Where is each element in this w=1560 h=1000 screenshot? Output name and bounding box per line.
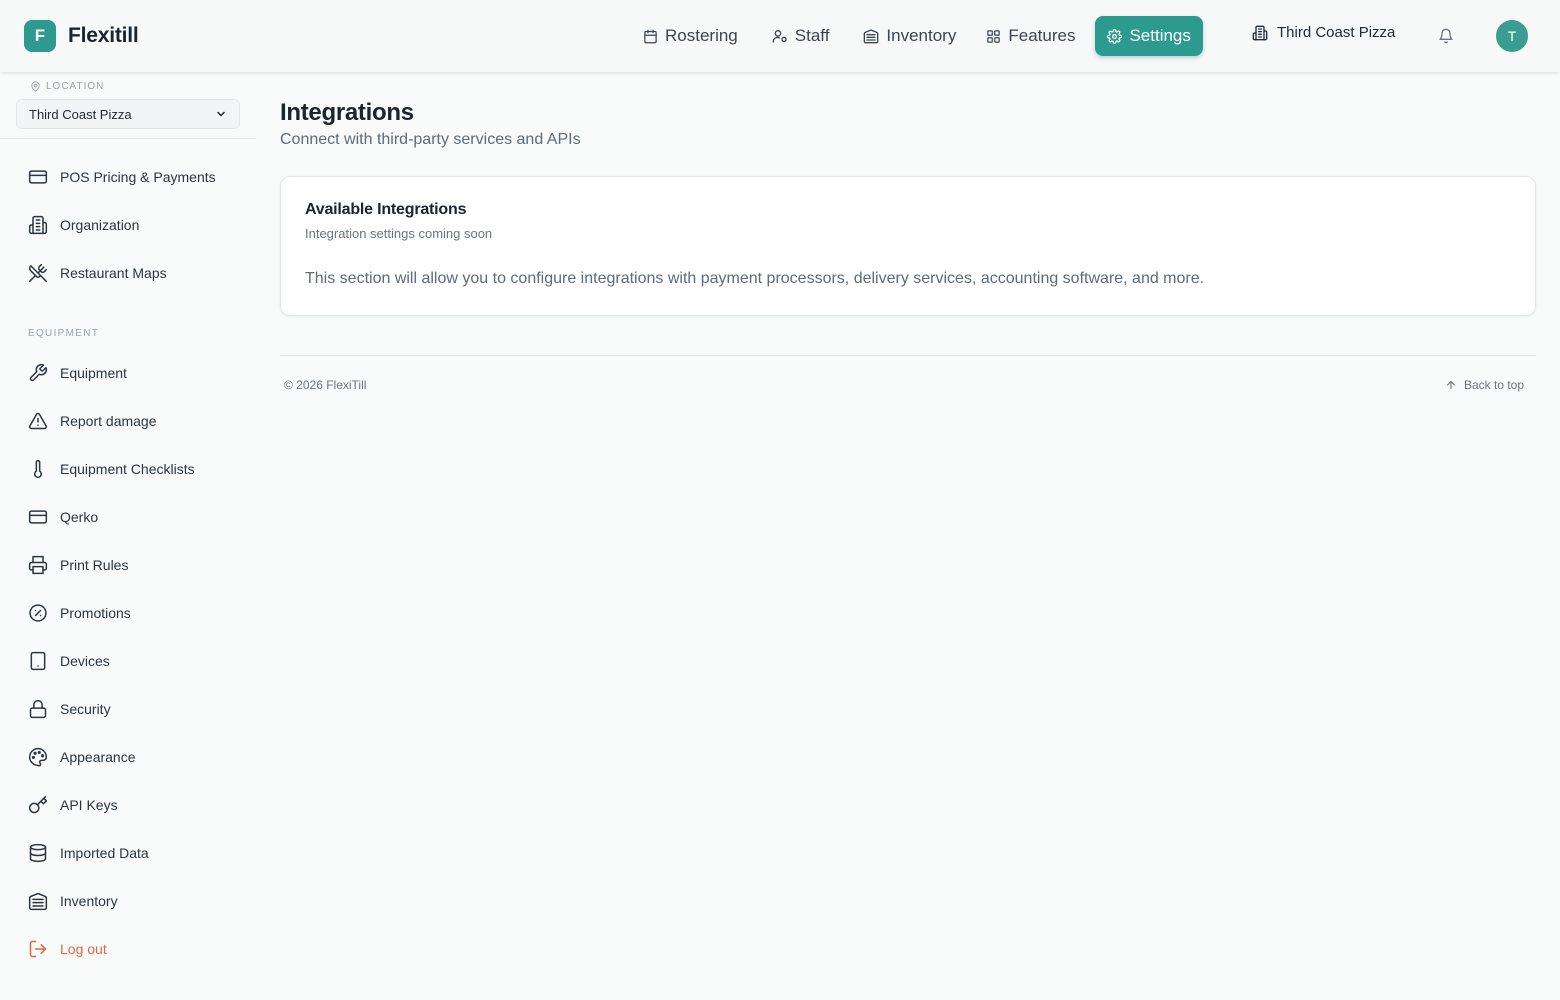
brand[interactable]: F Flexitill [24,20,139,52]
sidebar-item-label: Equipment Checklists [60,461,195,477]
sidebar-item-imported-data[interactable]: Imported Data [16,833,240,873]
sidebar-item-label: Devices [60,653,110,669]
printer-icon [28,555,60,575]
gear-icon [1107,28,1129,44]
utensils-crossed-icon [28,263,60,283]
sidebar-item-label: Report damage [60,413,157,429]
chevron-down-icon [215,108,227,120]
sidebar-item-restaurant-maps[interactable]: Restaurant Maps [16,253,240,293]
card-title: Available Integrations [305,201,467,218]
palette-icon [28,747,60,767]
sidebar-item-organization[interactable]: Organization [16,205,240,245]
logout-icon [28,939,60,959]
app-logo: F [24,20,56,52]
sidebar-item-print-rules[interactable]: Print Rules [16,545,240,585]
building-icon [28,215,60,235]
footer-divider [280,355,1536,356]
page-title: Integrations [280,99,414,126]
main-nav: Rostering Staff Inventory Features Setti… [631,16,1203,56]
section-label-equipment: Equipment [28,328,100,339]
app-name: Flexitill [68,24,139,47]
location-label: Location [30,81,104,92]
nav-item-label: Features [1008,26,1076,45]
tablet-icon [28,651,60,671]
sidebar-item-label: API Keys [60,797,118,813]
sidebar: Location Third Coast Pizza POS Pricing &… [0,72,256,1000]
nav-item-staff[interactable]: Staff [760,16,842,56]
venue-name: Third Coast Pizza [1277,24,1396,41]
logout-button[interactable]: Log out [16,929,240,969]
back-to-top-link[interactable]: Back to top [1445,378,1524,392]
sidebar-item-label: Organization [60,217,140,233]
sidebar-item-label: Inventory [60,893,118,909]
back-to-top-label: Back to top [1463,378,1524,392]
divider [0,138,256,139]
integrations-card: Available Integrations Integration setti… [280,176,1536,316]
nav-item-inventory[interactable]: Inventory [851,16,968,56]
building-icon [1252,25,1277,41]
lock-icon [28,699,60,719]
database-icon [28,843,60,863]
sidebar-item-devices[interactable]: Devices [16,641,240,681]
nav-item-label: Staff [794,26,830,45]
calendar-icon [643,29,665,44]
sidebar-item-pos-pricing[interactable]: POS Pricing & Payments [16,157,240,197]
warehouse-icon [863,28,886,44]
users-icon [772,28,795,44]
sidebar-item-label: Security [60,701,111,717]
nav-item-label: Settings [1129,26,1191,45]
thermometer-icon [28,459,60,479]
card-body-text: This section will allow you to configure… [305,270,1205,287]
bell-icon[interactable] [1438,28,1454,44]
sidebar-item-appearance[interactable]: Appearance [16,737,240,777]
badge-percent-icon [28,603,60,623]
sidebar-item-label: Imported Data [60,845,149,861]
sidebar-item-equipment[interactable]: Equipment [16,353,240,393]
location-label-text: Location [46,81,105,92]
nav-item-label: Rostering [665,26,738,45]
nav-item-rostering[interactable]: Rostering [631,16,750,56]
location-select-value: Third Coast Pizza [29,106,132,122]
warehouse-icon [28,891,60,911]
arrow-up-icon [1445,379,1464,391]
sidebar-item-promotions[interactable]: Promotions [16,593,240,633]
sidebar-item-label: Appearance [60,749,136,765]
page-subtitle: Connect with third-party services and AP… [280,131,581,148]
credit-card-icon [28,167,60,187]
logout-label: Log out [60,941,107,957]
warning-icon [28,411,60,431]
avatar[interactable]: T [1496,20,1528,52]
nav-item-settings[interactable]: Settings [1095,16,1203,56]
nav-item-label: Inventory [886,26,957,45]
sidebar-item-label: Qerko [60,509,99,525]
grid-icon [986,29,1008,44]
key-icon [28,795,60,815]
credit-card-icon [28,507,60,527]
sidebar-item-security[interactable]: Security [16,689,240,729]
sidebar-item-report-damage[interactable]: Report damage [16,401,240,441]
location-select[interactable]: Third Coast Pizza [16,99,240,129]
sidebar-item-label: Print Rules [60,557,129,573]
sidebar-item-qerko[interactable]: Qerko [16,497,240,537]
wrench-icon [28,363,60,383]
nav-item-features[interactable]: Features [974,16,1087,56]
top-navbar: F Flexitill Rostering Staff Inventory Fe… [0,0,1560,72]
sidebar-item-label: Promotions [60,605,131,621]
sidebar-item-label: Equipment [60,365,127,381]
sidebar-item-label: POS Pricing & Payments [60,169,216,185]
sidebar-item-label: Restaurant Maps [60,265,167,281]
sidebar-item-equipment-checklists[interactable]: Equipment Checklists [16,449,240,489]
sidebar-item-api-keys[interactable]: API Keys [16,785,240,825]
copyright-text: © 2026 FlexiTill [284,378,367,392]
venue-switcher[interactable]: Third Coast Pizza [1252,24,1395,41]
map-pin-icon [30,81,46,92]
sidebar-item-inventory[interactable]: Inventory [16,881,240,921]
card-subtitle: Integration settings coming soon [305,226,493,241]
